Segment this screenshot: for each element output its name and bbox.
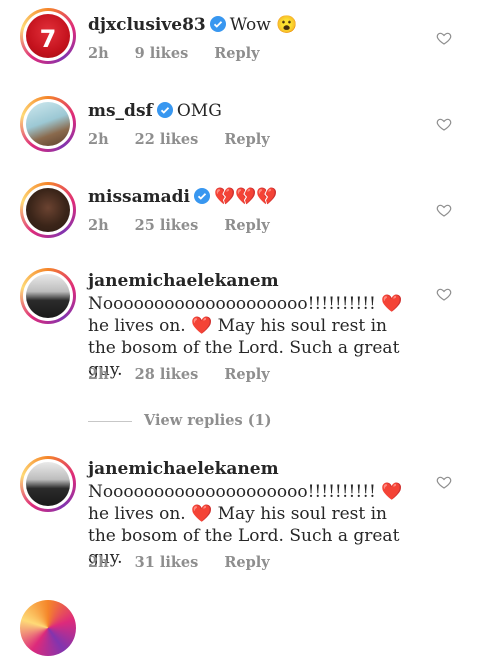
reply-button[interactable]: Reply bbox=[224, 366, 269, 383]
avatar[interactable] bbox=[20, 600, 76, 656]
avatar[interactable] bbox=[20, 268, 76, 324]
reply-button[interactable]: Reply bbox=[224, 131, 269, 148]
avatar[interactable] bbox=[20, 96, 76, 152]
comment-time: 2h bbox=[88, 45, 109, 62]
avatar-image bbox=[26, 462, 70, 506]
comment-likes[interactable]: 9 likes bbox=[135, 45, 189, 62]
comment-time: 2h bbox=[88, 131, 109, 148]
comment-likes[interactable]: 31 likes bbox=[135, 554, 199, 571]
comment-username[interactable]: missamadi bbox=[88, 187, 190, 207]
verified-badge-icon bbox=[193, 188, 210, 204]
avatar[interactable] bbox=[20, 456, 76, 512]
comment-likes[interactable]: 25 likes bbox=[135, 217, 199, 234]
comment-likes[interactable]: 28 likes bbox=[135, 366, 199, 383]
comment-text: 💔💔💔 bbox=[213, 187, 278, 207]
comment-text: Wow 😮 bbox=[229, 15, 298, 35]
avatar-image bbox=[26, 102, 70, 146]
avatar-image: 7 bbox=[26, 14, 70, 58]
reply-button[interactable]: Reply bbox=[224, 554, 269, 571]
comment-username[interactable]: janemichaelekanem bbox=[88, 270, 418, 292]
divider bbox=[88, 420, 132, 422]
reply-button[interactable]: Reply bbox=[224, 217, 269, 234]
comment-username[interactable]: ms_dsf bbox=[88, 101, 153, 121]
comment-time: 2h bbox=[88, 366, 109, 383]
heart-outline-icon[interactable] bbox=[436, 116, 452, 132]
heart-outline-icon[interactable] bbox=[436, 30, 452, 46]
comment-likes[interactable]: 22 likes bbox=[135, 131, 199, 148]
comment-username[interactable]: djxclusive83 bbox=[88, 15, 206, 35]
avatar[interactable] bbox=[20, 182, 76, 238]
svg-text:7: 7 bbox=[40, 25, 57, 53]
reply-button[interactable]: Reply bbox=[214, 45, 259, 62]
heart-outline-icon[interactable] bbox=[436, 286, 452, 302]
heart-outline-icon[interactable] bbox=[436, 202, 452, 218]
verified-badge-icon bbox=[156, 102, 173, 118]
verified-badge-icon bbox=[209, 16, 226, 32]
comment-time: 2h bbox=[88, 554, 109, 571]
avatar-image bbox=[26, 188, 70, 232]
view-replies-button[interactable]: View replies (1) bbox=[88, 412, 272, 429]
comment-text: OMG bbox=[176, 101, 222, 121]
avatar-image bbox=[26, 274, 70, 318]
comment-time: 2h bbox=[88, 217, 109, 234]
comment-username[interactable]: janemichaelekanem bbox=[88, 458, 418, 480]
avatar[interactable]: 7 bbox=[20, 8, 76, 64]
jersey-icon: 7 bbox=[40, 25, 57, 53]
view-replies-label[interactable]: View replies (1) bbox=[144, 412, 272, 429]
heart-outline-icon[interactable] bbox=[436, 474, 452, 490]
